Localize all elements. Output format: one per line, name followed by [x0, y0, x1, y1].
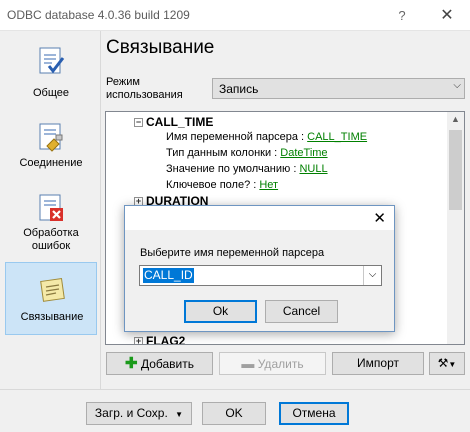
mode-select[interactable]: Запись ⌵ — [212, 78, 465, 99]
sidebar-item-label: Общее — [32, 87, 70, 99]
load-save-button[interactable]: Загр. и Сохр. ▼ — [86, 402, 192, 425]
select-variable-dialog: ✕ Выберите имя переменной парсера CALL_I… — [124, 205, 395, 332]
error-handling-icon — [39, 194, 63, 221]
chevron-down-icon: ▼ — [175, 410, 184, 419]
tree-row-key: Ключевое поле? : — [166, 179, 260, 191]
ok-label: OK — [225, 406, 243, 420]
dialog-cancel-label: Cancel — [282, 304, 321, 318]
window-title: ODBC database 4.0.36 build 1209 — [7, 8, 190, 22]
scroll-up-icon[interactable]: ▲ — [447, 114, 464, 124]
tree-row[interactable]: Имя переменной парсера : CALL_TIME — [166, 131, 367, 143]
sidebar-item-label: Обработка ошибок — [23, 227, 79, 252]
tree-row-value[interactable]: NULL — [299, 163, 327, 175]
binding-icon — [40, 278, 65, 302]
mode-select-value: Запись — [219, 82, 259, 96]
sidebar-item-error-handling[interactable]: Обработка ошибок — [5, 191, 97, 255]
close-window-button[interactable]: ✕ — [424, 0, 470, 31]
tree-row-value[interactable]: CALL_TIME — [307, 131, 367, 143]
general-doc-icon — [39, 47, 65, 74]
tree-group-label: CALL_TIME — [146, 115, 214, 129]
ok-button[interactable]: OK — [202, 402, 266, 425]
tree-row-key: Имя переменной парсера : — [166, 131, 308, 143]
tree-group-flag2[interactable]: + FLAG2 — [134, 334, 186, 345]
cancel-label: Отмена — [292, 406, 336, 420]
expand-icon[interactable]: + — [134, 337, 143, 344]
tools-icon: ⚒ — [437, 356, 449, 370]
tree-row[interactable]: Ключевое поле? : Нет — [166, 179, 278, 191]
page-title: Связывание — [106, 37, 215, 58]
sidebar-item-connection[interactable]: Соединение — [5, 119, 97, 177]
plus-icon: ✚ — [125, 355, 138, 372]
import-button[interactable]: Импорт — [332, 352, 424, 375]
dialog-body: Выберите имя переменной парсера CALL_ID … — [125, 230, 394, 331]
delete-button-label: Удалить — [257, 357, 304, 371]
tools-menu-button[interactable]: ⚒▼ — [429, 352, 465, 375]
collapse-icon[interactable]: − — [134, 118, 143, 128]
chevron-down-icon[interactable]: ⌵ — [363, 266, 381, 285]
chevron-down-icon: ⌵ — [453, 80, 461, 91]
dialog-prompt: Выберите имя переменной парсера — [140, 247, 325, 259]
cancel-button[interactable]: Отмена — [279, 402, 349, 425]
sidebar: Общее Соединение Обработка ошибок Связыв… — [0, 31, 101, 389]
dialog-cancel-button[interactable]: Cancel — [265, 300, 338, 323]
variable-combobox[interactable]: CALL_ID ⌵ — [139, 265, 382, 286]
footer: Загр. и Сохр. ▼ OK Отмена — [0, 389, 470, 432]
delete-button[interactable]: ▬ Удалить — [219, 352, 326, 375]
tree-group-label: FLAG2 — [146, 334, 186, 345]
sidebar-item-label: Соединение — [19, 157, 83, 169]
add-button-label: Добавить — [140, 357, 194, 371]
tree-row[interactable]: Значение по умолчанию : NULL — [166, 163, 328, 175]
dialog-ok-label: Ok — [212, 304, 229, 318]
tree-row-key: Тип данным колонки : — [166, 147, 281, 159]
mode-label: Режим использования — [106, 76, 183, 101]
tree-row-value[interactable]: Нет — [259, 179, 278, 191]
tree-row-key: Значение по умолчанию : — [166, 163, 300, 175]
tree-row[interactable]: Тип данным колонки : DateTime — [166, 147, 328, 159]
tree-group-call-time[interactable]: − CALL_TIME — [134, 115, 213, 129]
connection-icon — [39, 123, 63, 152]
sidebar-item-label: Связывание — [20, 311, 84, 323]
tree-scrollbar[interactable]: ▲ — [447, 112, 464, 344]
sidebar-item-general[interactable]: Общее — [5, 41, 97, 103]
help-button[interactable]: ? — [380, 0, 424, 31]
load-save-label: Загр. и Сохр. — [94, 406, 168, 420]
title-bar: ODBC database 4.0.36 build 1209 ? ✕ — [0, 0, 470, 31]
tree-row-value[interactable]: DateTime — [280, 147, 327, 159]
add-button[interactable]: ✚ Добавить — [106, 352, 213, 375]
import-button-label: Импорт — [357, 356, 399, 370]
combobox-value[interactable]: CALL_ID — [143, 268, 194, 283]
chevron-down-icon: ▼ — [448, 360, 457, 369]
dialog-ok-button[interactable]: Ok — [184, 300, 257, 323]
minus-icon: ▬ — [241, 356, 255, 371]
close-icon[interactable]: ✕ — [373, 209, 386, 227]
sidebar-item-binding[interactable]: Связывание — [5, 262, 97, 335]
scrollbar-thumb[interactable] — [449, 130, 462, 210]
